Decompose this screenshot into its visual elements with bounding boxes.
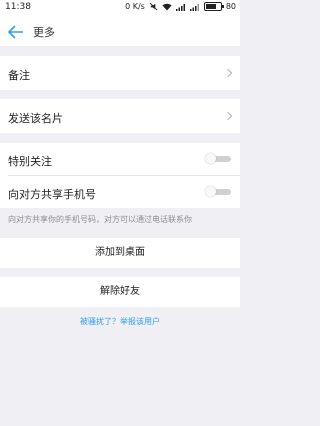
page-title: 更多 (33, 26, 55, 39)
wifi-icon (162, 3, 172, 11)
send-card-row[interactable]: 发送该名片 (0, 99, 240, 133)
share-phone-hint: 向对方共享你的手机号码，对方可以通过电话联系你 (8, 215, 192, 224)
status-time: 11:38 (5, 2, 31, 12)
divider (8, 175, 240, 176)
signal-icon-2 (189, 3, 200, 11)
send-card-label: 发送该名片 (8, 112, 63, 125)
back-arrow-icon[interactable] (7, 24, 24, 39)
toggle-group: 特别关注 向对方共享手机号 (0, 143, 240, 208)
chevron-right-icon (223, 68, 233, 78)
remove-friend-button[interactable]: 解除好友 (0, 277, 240, 307)
mute-icon (149, 2, 158, 11)
network-speed: 0 K/s (125, 2, 145, 11)
remark-row[interactable]: 备注 (0, 56, 240, 90)
special-follow-toggle[interactable] (205, 153, 231, 164)
remark-label: 备注 (8, 69, 30, 82)
share-phone-label: 向对方共享手机号 (8, 188, 96, 201)
status-bar: 11:38 0 K/s 80 (0, 0, 240, 16)
chevron-right-icon (223, 111, 233, 121)
header-bar: 更多 (0, 16, 240, 46)
battery-level: 80 (225, 2, 236, 11)
signal-icon (175, 3, 186, 11)
add-to-desktop-button[interactable]: 添加到桌面 (0, 238, 240, 268)
share-phone-toggle[interactable] (205, 186, 231, 197)
special-follow-label: 特别关注 (8, 155, 52, 168)
status-icons: 0 K/s 80 (125, 2, 236, 11)
report-user-link[interactable]: 被骚扰了？举报该用户 (0, 316, 240, 327)
battery-icon (203, 2, 224, 11)
